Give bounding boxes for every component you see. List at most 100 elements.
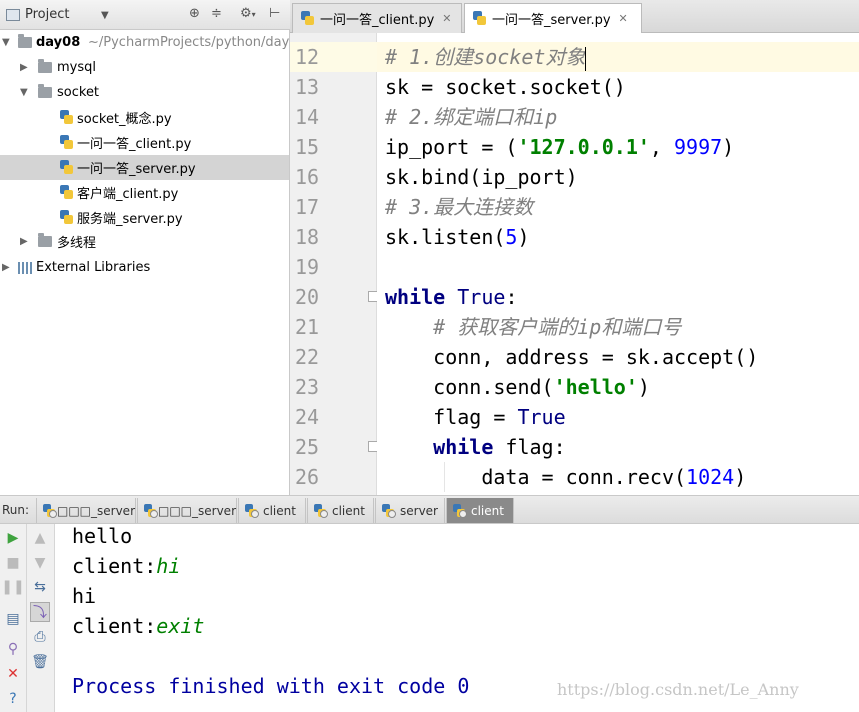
- code-token: conn, address = sk.accept(): [385, 345, 759, 369]
- text-caret: [585, 46, 587, 71]
- run-tab[interactable]: server: [375, 498, 445, 523]
- code-token: 9997: [674, 135, 723, 159]
- code-line[interactable]: # 1.创建socket对象: [377, 42, 859, 72]
- run-tab[interactable]: client: [238, 498, 306, 523]
- line-number: 12: [290, 42, 377, 72]
- run-icon[interactable]: ▶: [3, 528, 23, 548]
- line-number: 16: [295, 165, 320, 189]
- expand-arrow-icon[interactable]: ▶: [20, 62, 28, 73]
- run-console[interactable]: hello client:hi hi client:exit Process f…: [55, 524, 859, 712]
- layout-icon[interactable]: ▤: [3, 609, 23, 629]
- gear-icon[interactable]: ⚙▾: [240, 6, 256, 21]
- tree-item-label: External Libraries: [36, 260, 151, 275]
- collapse-icon[interactable]: ≑: [211, 6, 222, 21]
- hide-icon[interactable]: ⊢: [269, 6, 280, 21]
- python-run-icon: [43, 503, 57, 518]
- rerun-icon[interactable]: ⇆: [30, 577, 50, 597]
- pause-icon[interactable]: ❚❚: [1, 577, 24, 597]
- project-icon: [6, 8, 20, 21]
- trash-icon[interactable]: 🗑: [30, 652, 50, 672]
- project-panel-title[interactable]: Project: [25, 7, 69, 22]
- expand-arrow-icon[interactable]: ▼: [2, 37, 10, 48]
- run-tab[interactable]: □□□_server: [36, 498, 136, 523]
- tree-item-external-libraries[interactable]: ▶ External Libraries: [0, 255, 289, 280]
- line-number: 13: [295, 75, 320, 99]
- run-tab-active[interactable]: client: [446, 498, 514, 523]
- sync-icon[interactable]: ⊕: [189, 6, 200, 21]
- line-number: 22: [295, 345, 320, 369]
- close-icon[interactable]: ✕: [3, 664, 23, 684]
- close-icon[interactable]: ✕: [619, 12, 628, 25]
- close-icon[interactable]: ✕: [442, 12, 451, 25]
- code-token: sk.bind(ip_port): [385, 165, 578, 189]
- code-line[interactable]: while True:: [377, 282, 859, 312]
- tree-item-label: day08: [36, 35, 81, 50]
- print-icon[interactable]: ⎙: [30, 627, 50, 647]
- console-line: hi: [72, 584, 97, 608]
- tree-item-file-selected[interactable]: 一问一答_server.py: [0, 155, 289, 180]
- caret-down-icon[interactable]: ▼: [101, 10, 109, 21]
- code-token: True: [517, 405, 566, 429]
- project-tree: ▼ day08 ~/PycharmProjects/python/day ▶ m…: [0, 30, 290, 495]
- tree-item-label: 多线程: [57, 236, 97, 251]
- run-tab-label: □□□_server: [57, 503, 135, 518]
- code-line[interactable]: while flag:: [377, 432, 859, 462]
- down-icon[interactable]: ▼: [30, 553, 50, 573]
- tree-item-socket[interactable]: ▼ socket: [0, 80, 289, 105]
- run-tab-label: □□□_server: [158, 503, 236, 518]
- tree-item-file[interactable]: 服务端_server.py: [0, 205, 289, 230]
- python-run-icon: [144, 503, 158, 518]
- tree-item-mysql[interactable]: ▶ mysql: [0, 55, 289, 80]
- code-editor[interactable]: # 1.创建socket对象 sk = socket.socket() # 2.绑定…: [377, 33, 859, 495]
- code-line[interactable]: # 2.绑定端口和ip: [377, 102, 859, 132]
- code-line[interactable]: sk = socket.socket(): [377, 72, 859, 102]
- code-line[interactable]: ip_port = ('127.0.0.1', 9997): [377, 132, 859, 162]
- folder-icon: [38, 84, 52, 98]
- expand-arrow-icon[interactable]: ▶: [2, 262, 10, 273]
- folder-icon: [38, 59, 52, 73]
- tree-item-label: 一问一答_server.py: [77, 162, 196, 177]
- code-line[interactable]: sk.listen(5): [377, 222, 859, 252]
- code-line[interactable]: data = conn.recv(1024): [377, 462, 859, 492]
- python-file-icon: [301, 11, 314, 26]
- tree-item-file[interactable]: socket_概念.py: [0, 105, 289, 130]
- tree-item-file[interactable]: 客户端_client.py: [0, 180, 289, 205]
- line-number: 14: [295, 105, 320, 129]
- run-tab[interactable]: □□□_server: [137, 498, 237, 523]
- help-icon[interactable]: ?: [3, 689, 23, 709]
- line-number: 25: [295, 435, 320, 459]
- code-line[interactable]: flag = True: [377, 402, 859, 432]
- tab-server-file[interactable]: 一问一答_server.py ✕: [464, 3, 642, 33]
- pin-icon[interactable]: ⚲: [3, 639, 23, 659]
- project-panel-header: Project ▼ ⊕ ≑ ⚙▾ ⊢: [0, 0, 290, 30]
- code-token: ): [734, 465, 747, 489]
- tree-item-file[interactable]: 一问一答_client.py: [0, 130, 289, 155]
- expand-arrow-icon[interactable]: ▼: [20, 87, 28, 98]
- expand-arrow-icon[interactable]: ▶: [20, 236, 28, 247]
- code-line[interactable]: sk.bind(ip_port): [377, 162, 859, 192]
- code-line[interactable]: conn, address = sk.accept(): [377, 342, 859, 372]
- code-token: sk = socket.socket(): [385, 75, 626, 99]
- code-token: ): [517, 225, 530, 249]
- run-tab-label: server: [400, 503, 438, 518]
- code-token: # 获取客户端的ip和端口号: [433, 315, 682, 339]
- run-tab-bar: Run: □□□_server □□□_server client client…: [0, 495, 859, 524]
- tab-client-file[interactable]: 一问一答_client.py ✕: [292, 3, 462, 33]
- soft-wrap-icon[interactable]: ⤵: [30, 602, 50, 622]
- code-line[interactable]: [377, 252, 859, 282]
- code-line[interactable]: conn.send('hello'): [377, 372, 859, 402]
- run-tab[interactable]: client: [307, 498, 374, 523]
- line-number: 17: [295, 195, 320, 219]
- stop-icon[interactable]: ■: [3, 553, 23, 573]
- tree-item-folder[interactable]: ▶ 多线程: [0, 229, 289, 254]
- code-line[interactable]: # 3.最大连接数: [377, 192, 859, 222]
- line-number-gutter: 12 13 14 15 16 17 18 19 20 21 22 23 24 25 26: [290, 33, 380, 495]
- tree-item-day08[interactable]: ▼ day08 ~/PycharmProjects/python/day: [0, 30, 289, 55]
- up-icon[interactable]: ▲: [30, 528, 50, 548]
- code-line[interactable]: # 获取客户端的ip和端口号: [377, 312, 859, 342]
- tree-item-label: socket: [57, 85, 100, 100]
- code-token: True: [457, 285, 506, 309]
- code-token: :: [505, 285, 518, 309]
- editor-tab-bar: 一问一答_client.py ✕ 一问一答_server.py ✕: [290, 0, 859, 33]
